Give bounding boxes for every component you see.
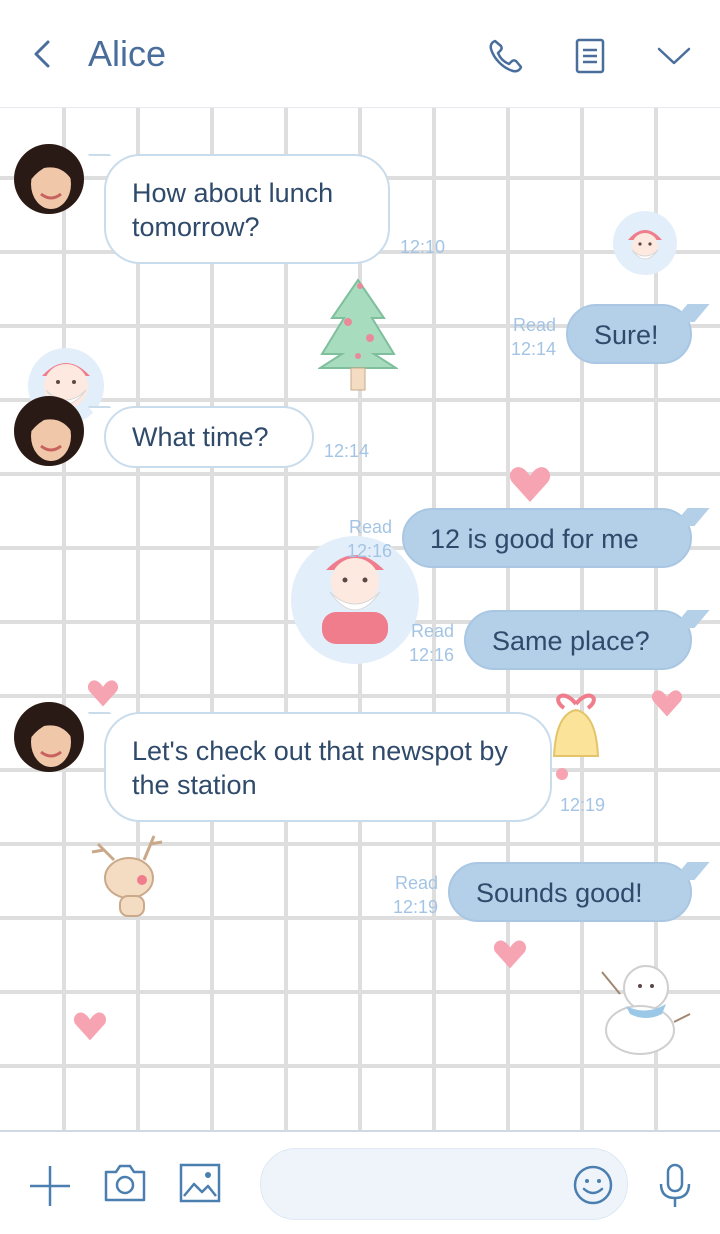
- read-status: Read: [394, 873, 438, 893]
- chat-area[interactable]: How about lunch tomorrow? 12:10 Read 12:…: [0, 108, 720, 1130]
- message-bubble-outgoing[interactable]: Sure!: [566, 304, 692, 364]
- santa-face-sticker-icon: [613, 211, 677, 275]
- avatar[interactable]: [14, 702, 84, 772]
- avatar[interactable]: [14, 144, 84, 214]
- read-status: Read: [348, 517, 392, 537]
- heart-icon: [73, 1012, 107, 1041]
- input-bar: [0, 1130, 720, 1234]
- reindeer-sticker-icon: [91, 835, 163, 917]
- message-bubble-outgoing[interactable]: Sounds good!: [448, 862, 692, 922]
- message-time: 12:16: [346, 541, 392, 561]
- heart-icon: [87, 680, 119, 707]
- message-bubble-incoming[interactable]: How about lunch tomorrow?: [104, 154, 390, 264]
- christmas-tree-sticker-icon: [318, 278, 398, 391]
- heart-icon: [651, 690, 683, 717]
- snowman-sticker-icon: [601, 965, 691, 1055]
- phone-icon[interactable]: [486, 36, 526, 76]
- message-bubble-incoming[interactable]: What time?: [104, 406, 314, 468]
- read-status: Read: [410, 621, 454, 641]
- message-time: 12:19: [392, 897, 438, 917]
- bell-sticker-icon: [552, 693, 600, 780]
- message-time: 12:16: [408, 645, 454, 665]
- message-time: 12:14: [324, 441, 370, 461]
- message-time: 12:14: [510, 339, 556, 359]
- heart-icon: [493, 940, 527, 969]
- notes-icon[interactable]: [570, 36, 610, 76]
- heart-icon: [509, 467, 551, 502]
- message-time: 12:10: [400, 237, 446, 257]
- message-time: 12:19: [560, 795, 606, 815]
- message-bubble-outgoing[interactable]: 12 is good for me: [402, 508, 692, 568]
- emoji-icon[interactable]: [572, 1164, 614, 1206]
- chat-header: Alice: [0, 0, 720, 108]
- camera-icon[interactable]: [102, 1162, 148, 1204]
- chevron-down-icon[interactable]: [654, 36, 694, 76]
- back-chevron-icon[interactable]: [28, 36, 56, 72]
- microphone-icon[interactable]: [656, 1162, 694, 1210]
- avatar[interactable]: [14, 396, 84, 466]
- message-bubble-outgoing[interactable]: Same place?: [464, 610, 692, 670]
- read-status: Read: [512, 315, 556, 335]
- image-icon[interactable]: [178, 1162, 222, 1204]
- plus-icon[interactable]: [28, 1164, 72, 1208]
- message-bubble-incoming[interactable]: Let's check out that newspot by the stat…: [104, 712, 552, 822]
- chat-title[interactable]: Alice: [88, 33, 166, 75]
